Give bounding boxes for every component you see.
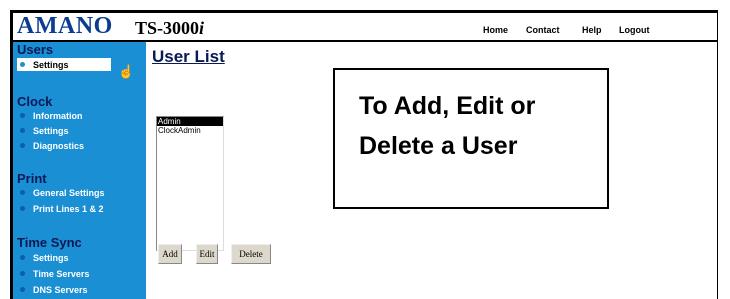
hand-cursor-icon: ☝	[118, 64, 135, 79]
bullet-icon	[20, 143, 25, 148]
nav-help-link[interactable]: Help	[582, 25, 602, 35]
sidebar-item-clock-settings[interactable]: Settings	[17, 124, 69, 137]
list-item-admin[interactable]: Admin	[157, 117, 223, 126]
add-button[interactable]: Add	[158, 244, 182, 264]
sidebar-item-clock-information[interactable]: Information	[17, 109, 83, 122]
sidebar-heading-time-sync: Time Sync	[17, 235, 82, 250]
list-item-clockadmin[interactable]: ClockAdmin	[157, 126, 223, 135]
page-title: User List	[152, 47, 225, 66]
sidebar-item-timesync-dns[interactable]: DNS Servers	[17, 283, 88, 296]
sidebar-item-print-general[interactable]: General Settings	[17, 186, 105, 199]
nav-contact-link[interactable]: Contact	[526, 25, 560, 35]
browser-frame: AMANO TS-3000i Home Contact Help Logout …	[10, 10, 718, 299]
edit-button[interactable]: Edit	[196, 244, 218, 264]
sidebar-item-clock-diagnostics[interactable]: Diagnostics	[17, 139, 84, 152]
bullet-icon	[20, 113, 25, 118]
sidebar: Users Settings ☝ Clock Information Setti…	[13, 42, 146, 299]
sidebar-heading-users: Users	[17, 42, 54, 57]
bullet-icon	[20, 190, 25, 195]
bullet-icon	[20, 62, 25, 67]
delete-button[interactable]: Delete	[231, 244, 271, 264]
nav-home-link[interactable]: Home	[483, 25, 508, 35]
top-header: AMANO TS-3000i Home Contact Help Logout	[13, 13, 717, 42]
sidebar-item-timesync-servers[interactable]: Time Servers	[17, 267, 89, 280]
bullet-icon	[20, 255, 25, 260]
sidebar-heading-clock: Clock	[17, 94, 53, 109]
bullet-icon	[20, 287, 25, 292]
brand-logo: AMANO	[17, 13, 113, 39]
sidebar-item-timesync-settings[interactable]: Settings	[17, 251, 69, 264]
sidebar-item-users-settings[interactable]: Settings	[17, 58, 111, 71]
bullet-icon	[20, 128, 25, 133]
sidebar-heading-print: Print	[17, 171, 47, 186]
model-name: TS-3000i	[135, 18, 205, 38]
instruction-callout: To Add, Edit or Delete a User	[333, 68, 609, 209]
bullet-icon	[20, 206, 25, 211]
callout-line-2: Delete a User	[359, 132, 518, 160]
callout-line-1: To Add, Edit or	[359, 92, 536, 120]
bullet-icon	[20, 271, 25, 276]
nav-logout-link[interactable]: Logout	[619, 25, 650, 35]
sidebar-item-print-lines[interactable]: Print Lines 1 & 2	[17, 202, 104, 215]
user-listbox[interactable]: Admin ClockAdmin	[156, 116, 224, 251]
